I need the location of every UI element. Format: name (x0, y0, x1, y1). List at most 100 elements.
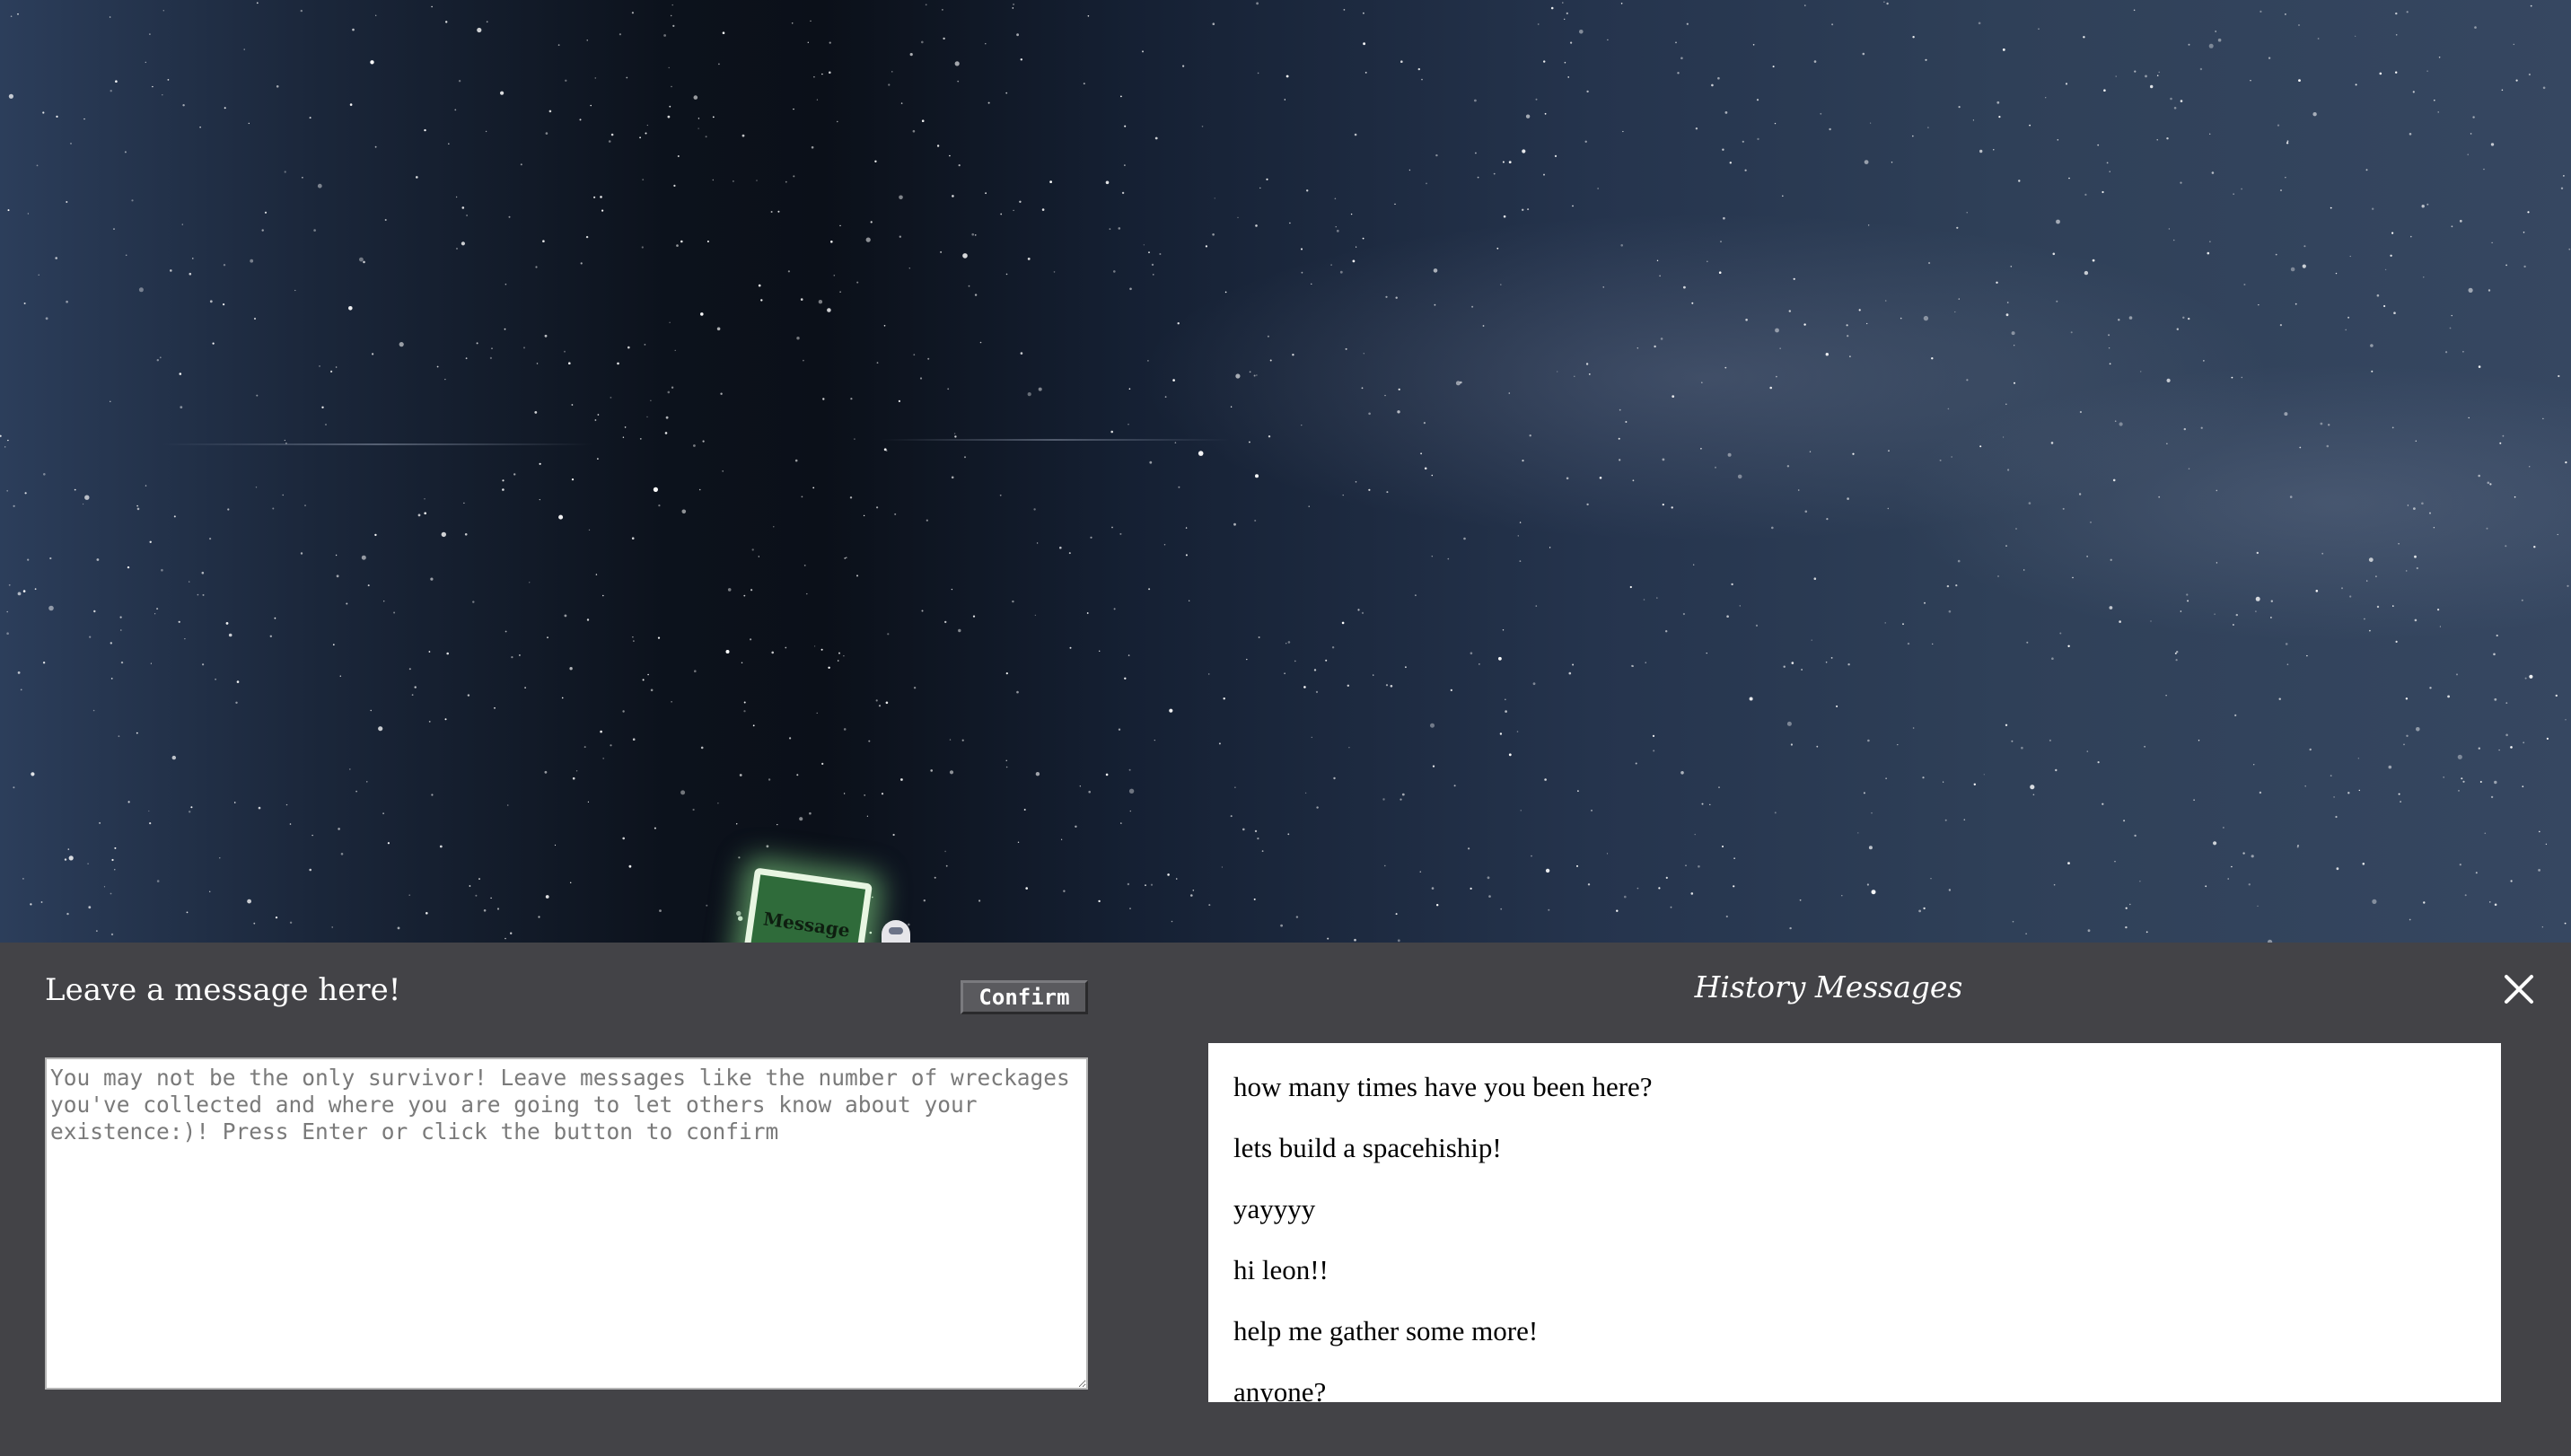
star (947, 388, 950, 390)
star (1385, 684, 1389, 687)
star (1287, 833, 1290, 836)
star (1836, 705, 1838, 707)
star (586, 618, 590, 621)
star (810, 20, 812, 22)
star (1847, 335, 1849, 338)
star (1352, 259, 1356, 263)
star (236, 680, 240, 683)
star (1488, 895, 1491, 898)
star (1789, 926, 1792, 930)
star (2405, 570, 2408, 572)
star (642, 679, 645, 681)
star (2491, 241, 2493, 244)
star (777, 210, 780, 213)
star (2188, 43, 2190, 46)
star (700, 312, 704, 316)
star (22, 878, 24, 880)
star (1660, 338, 1663, 340)
star (1255, 474, 1259, 478)
star (952, 195, 954, 197)
star (2538, 869, 2541, 872)
star (2489, 901, 2491, 903)
star (828, 666, 830, 669)
star (110, 90, 112, 92)
star (1772, 66, 1775, 68)
star (674, 349, 676, 351)
star (602, 594, 604, 597)
star (653, 487, 659, 493)
star (1722, 846, 1724, 847)
confirm-button[interactable]: Confirm (961, 980, 1088, 1014)
star (1019, 200, 1022, 203)
star (2330, 206, 2332, 209)
star (199, 126, 201, 128)
star (2118, 319, 2120, 321)
star (2384, 268, 2387, 271)
star (1430, 723, 1435, 728)
star (2410, 235, 2412, 238)
star (881, 793, 884, 795)
star (849, 496, 853, 499)
star (588, 529, 591, 531)
star (2007, 469, 2010, 471)
star (1963, 819, 1966, 820)
star (34, 588, 37, 591)
star (1128, 654, 1130, 656)
star (1543, 60, 1546, 63)
star (1167, 873, 1170, 876)
star (1212, 22, 1215, 26)
star (1672, 395, 1675, 398)
star (580, 262, 583, 265)
star (519, 654, 521, 656)
star (1027, 258, 1031, 260)
star (813, 75, 815, 78)
close-button[interactable] (2501, 971, 2537, 1007)
star (1350, 213, 1353, 215)
star (2158, 71, 2160, 74)
star (1284, 99, 1286, 101)
history-messages-list[interactable]: how many times have you been here? lets … (1208, 1043, 2501, 1402)
star (1069, 646, 1072, 649)
star (124, 151, 127, 153)
star (547, 636, 548, 639)
star (1923, 907, 1926, 910)
star (289, 823, 292, 825)
star (1620, 3, 1623, 4)
star (571, 478, 575, 481)
star (1398, 388, 1400, 390)
star (1804, 510, 1808, 513)
star (184, 638, 186, 640)
star (1339, 270, 1343, 274)
star (669, 105, 671, 108)
star (2470, 133, 2472, 135)
star (934, 876, 936, 879)
star (1883, 1, 1885, 3)
star (1143, 244, 1145, 246)
star (940, 250, 943, 253)
star (1804, 4, 1806, 6)
star (2119, 422, 2123, 426)
star (673, 184, 676, 187)
star (1185, 554, 1188, 557)
star (1038, 387, 1042, 391)
star (2072, 576, 2074, 579)
star (1249, 441, 1250, 443)
star (339, 675, 341, 677)
star (639, 136, 641, 139)
star (1035, 772, 1040, 776)
star (2510, 746, 2513, 749)
star (1599, 477, 1602, 479)
star (2451, 314, 2453, 317)
star (2521, 599, 2523, 601)
star (491, 347, 493, 349)
star (10, 15, 13, 18)
star (912, 129, 916, 133)
star (212, 342, 215, 345)
star (1327, 937, 1329, 940)
star (1269, 359, 1272, 362)
star (816, 99, 819, 101)
star (2145, 931, 2148, 934)
message-input[interactable] (45, 1057, 1088, 1390)
star (500, 91, 505, 95)
star (2304, 785, 2306, 787)
